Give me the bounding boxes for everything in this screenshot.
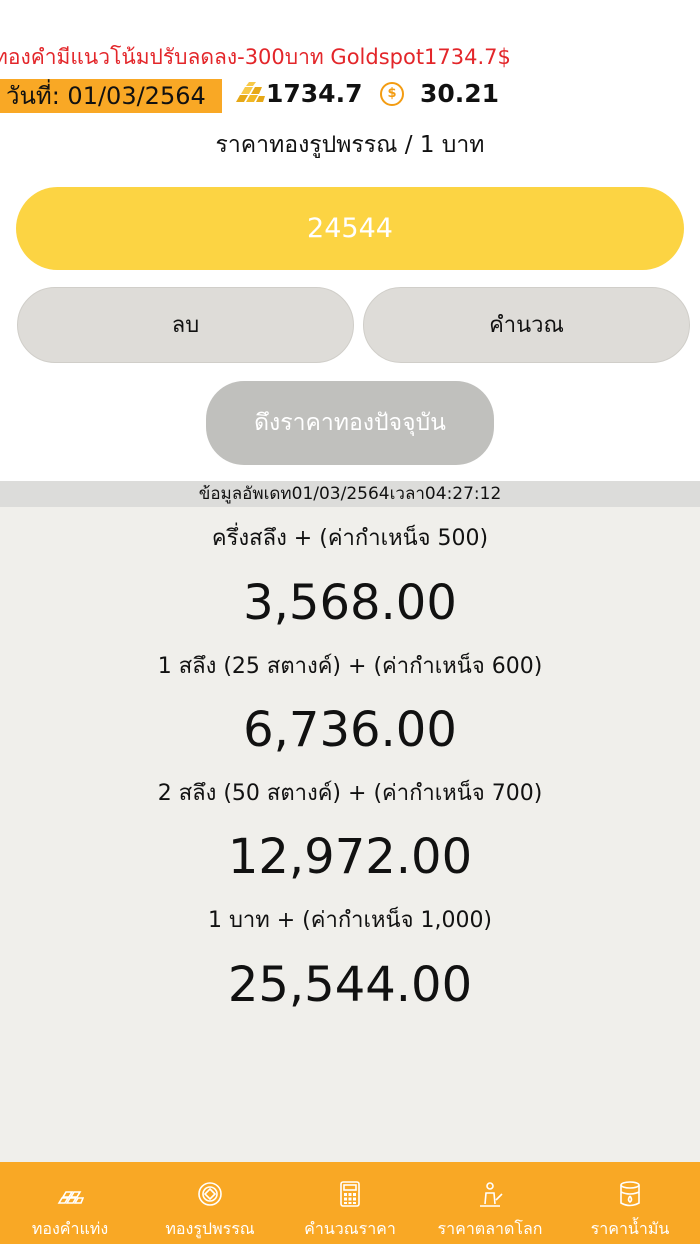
fetch-current-price-button[interactable]: ดึงราคาทองปัจจุบัน (206, 381, 494, 465)
tab-gold-bar[interactable]: ทองคำแท่ง (0, 1162, 140, 1244)
market-info-row: วันที่: 01/03/2564 1734.7 $ 30.21 (0, 76, 700, 114)
result-value-half-salung: 3,568.00 (243, 575, 457, 631)
tab-gold-ornament[interactable]: ทองรูปพรรณ (140, 1162, 280, 1244)
world-market-icon (480, 1182, 503, 1207)
results-panel: ข้อมูลอัพเดท01/03/2564เวลา04:27:12 ครึ่ง… (0, 481, 700, 1162)
gold-spot-value: 1734.7 (266, 79, 363, 108)
bottom-tab-bar: ทองคำแท่ง ทองรูปพรรณ คำนวณราคา ราคาตลาดโ… (0, 1162, 700, 1244)
gold-ornament-icon (198, 1182, 222, 1206)
tab-label: ราคาน้ำมัน (590, 1219, 670, 1238)
price-section-label: ราคาทองรูปพรรณ / 1 บาท (215, 132, 485, 158)
news-ticker: ทองคำมีแนวโน้มปรับลดลง-300บาท Goldspot17… (0, 40, 700, 74)
result-value-one-baht: 25,544.00 (227, 957, 473, 1013)
gold-bars-icon (57, 1191, 84, 1204)
result-label-two-salung: 2 สลึง (50 สตางค์) + (ค่ากำเหน็จ 700) (157, 781, 543, 806)
tab-oil-price[interactable]: ราคาน้ำมัน (560, 1162, 700, 1244)
date-label: วันที่: 01/03/2564 (0, 79, 222, 113)
fx-rate-value: 30.21 (420, 79, 500, 108)
tab-label: ทองคำแท่ง (31, 1219, 109, 1238)
tab-label: ราคาตลาดโลก (437, 1219, 543, 1238)
tab-calculate[interactable]: คำนวณราคา (280, 1162, 420, 1244)
result-value-one-salung: 6,736.00 (243, 702, 457, 758)
tab-world-market[interactable]: ราคาตลาดโลก (420, 1162, 560, 1244)
gold-bars-icon (236, 82, 265, 102)
tab-label: ทองรูปพรรณ (165, 1219, 255, 1238)
dollar-coin-icon: $ (380, 82, 404, 106)
result-label-one-baht: 1 บาท + (ค่ากำเหน็จ 1,000) (207, 908, 493, 933)
tab-label: คำนวณราคา (304, 1219, 396, 1238)
result-label-half-salung: ครึ่งสลึง + (ค่ากำเหน็จ 500) (211, 526, 489, 551)
price-input[interactable]: 24544 (16, 187, 684, 270)
ticker-text: ทองคำมีแนวโน้มปรับลดลง-300บาท Goldspot17… (0, 45, 511, 69)
calculate-button[interactable]: คำนวณ (363, 287, 690, 363)
result-value-two-salung: 12,972.00 (227, 829, 473, 885)
result-label-one-salung: 1 สลึง (25 สตางค์) + (ค่ากำเหน็จ 600) (157, 654, 543, 679)
update-timestamp: ข้อมูลอัพเดท01/03/2564เวลา04:27:12 (0, 481, 700, 507)
clear-button[interactable]: ลบ (17, 287, 354, 363)
oil-barrel-icon (620, 1181, 640, 1207)
calculator-icon (340, 1181, 360, 1207)
